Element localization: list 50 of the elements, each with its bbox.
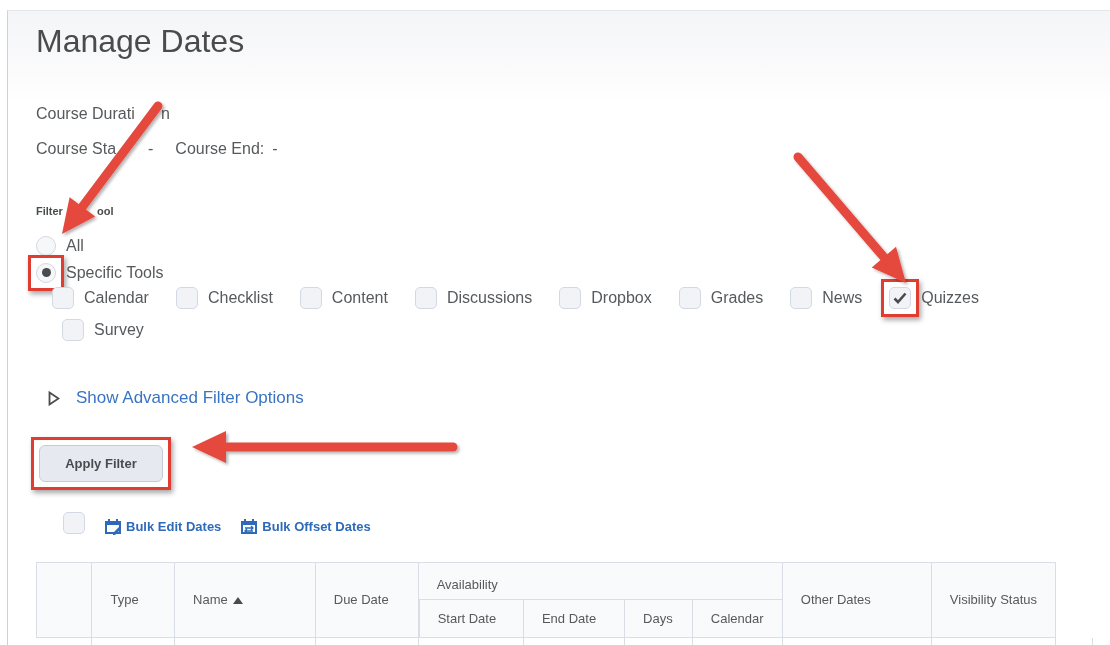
column-group-header: Availability bbox=[418, 562, 783, 600]
calendar-icon bbox=[105, 518, 122, 536]
course-duration-label: Course Durati bbox=[36, 104, 135, 124]
checkbox[interactable] bbox=[414, 287, 437, 309]
checkmark-icon bbox=[893, 292, 908, 304]
expand-triangle-icon[interactable] bbox=[48, 390, 60, 406]
checkbox-label: News bbox=[822, 288, 863, 308]
column-header[interactable]: Start Date bbox=[418, 600, 524, 638]
checkbox[interactable] bbox=[299, 287, 322, 309]
checkbox[interactable] bbox=[175, 287, 198, 309]
course-end-label: Course End: bbox=[175, 139, 265, 159]
column-header[interactable]: Type bbox=[92, 562, 176, 638]
apply-filter-button[interactable]: Apply Filter bbox=[39, 445, 163, 482]
checkbox[interactable] bbox=[559, 287, 582, 309]
radio-label: Specific Tools bbox=[66, 262, 164, 283]
radio-label: All bbox=[66, 235, 84, 256]
checkbox-label: Content bbox=[331, 288, 388, 308]
page-title: Manage Dates bbox=[36, 22, 246, 61]
bulk-action-link[interactable]: Bulk Offset Dates bbox=[241, 515, 371, 539]
checkbox-label: Discussions bbox=[446, 288, 533, 308]
checkbox-label: Survey bbox=[94, 320, 144, 340]
column-header[interactable]: Due Date bbox=[315, 562, 419, 638]
checkbox-label: Calendar bbox=[84, 288, 149, 308]
bulk-action-link[interactable]: Bulk Edit Dates bbox=[105, 515, 222, 539]
course-duration-label: n bbox=[161, 104, 170, 124]
course-start-label: Course Sta bbox=[36, 139, 117, 159]
column-header[interactable]: Name bbox=[175, 562, 316, 638]
column-header[interactable]: Calendar bbox=[692, 600, 783, 638]
course-end-value: - bbox=[272, 139, 278, 159]
column-header[interactable]: Visibility Status bbox=[931, 562, 1056, 638]
radio-button[interactable] bbox=[36, 262, 56, 283]
radio-button[interactable] bbox=[36, 235, 56, 256]
course-start-value: - bbox=[148, 139, 154, 159]
calendar-icon bbox=[241, 518, 259, 536]
advanced-filter-link[interactable]: Show Advanced Filter Options bbox=[76, 386, 304, 410]
column-header[interactable]: Other Dates bbox=[782, 562, 932, 638]
checkbox[interactable] bbox=[62, 319, 84, 341]
column-header[interactable]: Days bbox=[625, 600, 693, 638]
column-header[interactable]: End Date bbox=[523, 600, 626, 638]
select-all-checkbox[interactable] bbox=[63, 512, 85, 534]
checkbox-label: Quizzes bbox=[921, 288, 979, 308]
checkbox[interactable] bbox=[52, 287, 74, 309]
checkbox-label: Dropbox bbox=[591, 288, 652, 308]
filter-label: Filter bbox=[36, 204, 63, 219]
filter-label: ool bbox=[97, 204, 114, 219]
checkbox-label: Checklist bbox=[207, 288, 273, 308]
checkbox-label: Grades bbox=[710, 288, 764, 308]
checkbox[interactable] bbox=[889, 287, 912, 309]
checkbox[interactable] bbox=[678, 287, 701, 309]
checkbox[interactable] bbox=[790, 287, 813, 309]
